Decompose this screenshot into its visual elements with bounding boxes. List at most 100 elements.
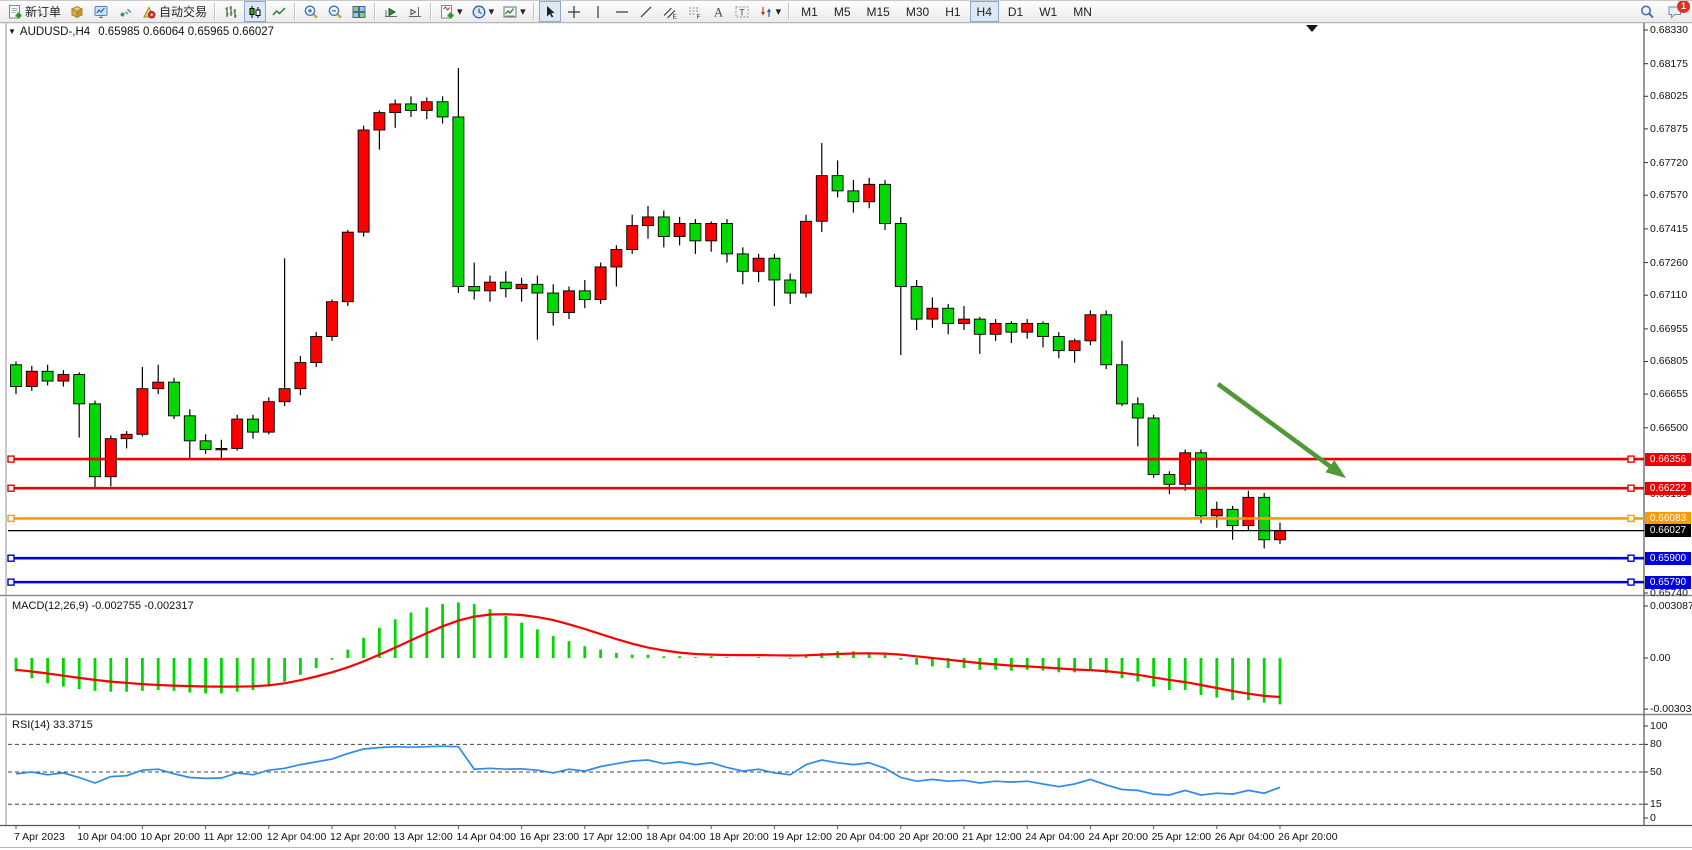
trendline-icon	[638, 4, 654, 20]
chat-button[interactable]: 1	[1664, 2, 1686, 23]
tile-windows-icon	[351, 4, 367, 20]
text-label-button[interactable]: T	[731, 1, 753, 22]
timeframe-D1-button[interactable]: D1	[1001, 1, 1030, 22]
trendline-button[interactable]	[635, 1, 657, 22]
vline-button[interactable]	[587, 1, 609, 22]
timeframe-H1-button[interactable]: H1	[938, 1, 967, 22]
time-axis-label: 16 Apr 23:00	[520, 831, 580, 843]
button-label: W1	[1039, 5, 1057, 19]
horizontal-line-objects[interactable]	[8, 456, 1644, 585]
macd-name: MACD(12,26,9)	[12, 600, 88, 612]
cursor-button[interactable]	[539, 1, 561, 22]
symbol-dropdown-arrow[interactable]: ▼	[8, 27, 16, 36]
time-axis-label: 12 Apr 20:00	[330, 831, 390, 843]
button-label: M5	[834, 5, 851, 19]
timeframe-M1-button[interactable]: M1	[794, 1, 825, 22]
chevron-down-icon[interactable]: ▾	[776, 5, 782, 18]
timeframe-M15-button[interactable]: M15	[860, 1, 897, 22]
timeframe-H4-button[interactable]: H4	[970, 1, 999, 22]
symbol-name: AUDUSD-,H4	[20, 26, 90, 38]
zoom-out-button[interactable]	[324, 1, 346, 22]
price-axis-tick: 0.67570	[1650, 189, 1688, 201]
channel-button[interactable]: E	[659, 1, 681, 22]
panel-borders	[0, 23, 1692, 848]
text-icon: A	[710, 4, 726, 20]
chart-cube-button[interactable]	[66, 1, 88, 22]
crosshair-button[interactable]	[563, 1, 585, 22]
chart-shift-button[interactable]	[404, 1, 426, 22]
time-axis-label: 11 Apr 12:00	[204, 831, 263, 843]
chart-shift-marker-icon[interactable]	[1306, 25, 1318, 32]
svg-text:T: T	[739, 7, 745, 17]
bars-button[interactable]	[220, 1, 242, 22]
button-label: H4	[977, 5, 992, 19]
button-label: 自动交易	[159, 3, 207, 20]
text-button[interactable]: A	[707, 1, 729, 22]
market-watch-icon	[93, 4, 109, 20]
new-order-icon	[7, 4, 23, 20]
search-button[interactable]	[1636, 2, 1658, 23]
button-label: MN	[1073, 5, 1092, 19]
current-price-label: 0.66027	[1645, 524, 1691, 537]
search-icon	[1639, 4, 1655, 20]
price-line-label: 0.66222	[1645, 482, 1691, 495]
time-axis-label: 18 Apr 04:00	[646, 831, 706, 843]
zoom-in-icon	[303, 4, 319, 20]
templates-button[interactable]: ▾	[499, 1, 529, 22]
market-watch-button[interactable]	[90, 1, 112, 22]
new-order-button[interactable]: 新订单	[4, 1, 64, 22]
rsi-values: 33.3715	[53, 719, 93, 731]
time-axis-label: 12 Apr 04:00	[267, 831, 327, 843]
fibonacci-button[interactable]: F	[683, 1, 705, 22]
indicators-button[interactable]: ▾	[436, 1, 466, 22]
timeframe-MN-button[interactable]: MN	[1066, 1, 1099, 22]
trend-arrow-annotation[interactable]	[1218, 384, 1346, 478]
zoom-in-button[interactable]	[300, 1, 322, 22]
line-chart-icon	[271, 4, 287, 20]
signal-button[interactable]	[114, 1, 136, 22]
price-axis-tick: 0.68025	[1650, 90, 1688, 102]
chevron-down-icon[interactable]: ▾	[457, 5, 463, 18]
text-label-icon: T	[734, 4, 750, 20]
chevron-down-icon[interactable]: ▾	[520, 5, 526, 18]
time-axis-label: 26 Apr 20:00	[1278, 831, 1338, 843]
shapes-button[interactable]: ▾	[755, 1, 785, 22]
timeframe-M5-button[interactable]: M5	[827, 1, 858, 22]
rsi-axis-tick: 80	[1650, 738, 1662, 750]
candles-button[interactable]	[244, 1, 266, 22]
svg-text:A: A	[714, 5, 723, 19]
time-axis-label: 13 Apr 12:00	[393, 831, 453, 843]
candles-icon	[247, 4, 263, 20]
tile-windows-button[interactable]	[348, 1, 370, 22]
signal-icon	[117, 4, 133, 20]
rsi-name: RSI(14)	[12, 719, 50, 731]
rsi-axis-tick: 50	[1650, 766, 1662, 778]
chart-canvas[interactable]	[0, 1, 1692, 850]
timeframe-M30-button[interactable]: M30	[899, 1, 936, 22]
price-axis-tick: 0.66805	[1650, 355, 1688, 367]
periods-button[interactable]: ▾	[468, 1, 498, 22]
auto-scroll-button[interactable]	[380, 1, 402, 22]
time-axis-label: 17 Apr 12:00	[583, 831, 643, 843]
chevron-down-icon[interactable]: ▾	[489, 5, 495, 18]
price-axis-tick: 0.66955	[1650, 323, 1688, 335]
rsi-axis-tick: 15	[1650, 798, 1662, 810]
price-axis-tick: 0.67110	[1650, 289, 1687, 301]
auto-scroll-icon	[383, 4, 399, 20]
rsi-label: RSI(14) 33.3715	[12, 719, 93, 731]
cursor-icon	[542, 4, 558, 20]
toolbar-separator	[430, 3, 432, 20]
price-axis-tick: 0.68330	[1650, 24, 1688, 36]
hline-button[interactable]	[611, 1, 633, 22]
timeframe-W1-button[interactable]: W1	[1032, 1, 1064, 22]
shapes-icon	[758, 4, 774, 20]
time-axis-label: 14 Apr 04:00	[456, 831, 516, 843]
time-axis-label: 19 Apr 12:00	[772, 831, 832, 843]
button-label: M30	[906, 5, 929, 19]
time-axis-label: 25 Apr 12:00	[1152, 831, 1212, 843]
line-chart-button[interactable]	[268, 1, 290, 22]
price-line-label: 0.66356	[1645, 453, 1691, 466]
toolbar: 新订单 自动交易 ▾ ▾ ▾ EFA T ▾ M1 M5 M15 M30 H1 H4 D1 W1 MN 1	[0, 1, 1692, 23]
autotrade-button[interactable]: 自动交易	[138, 1, 210, 22]
price-axis-tick: 0.66500	[1650, 422, 1688, 434]
